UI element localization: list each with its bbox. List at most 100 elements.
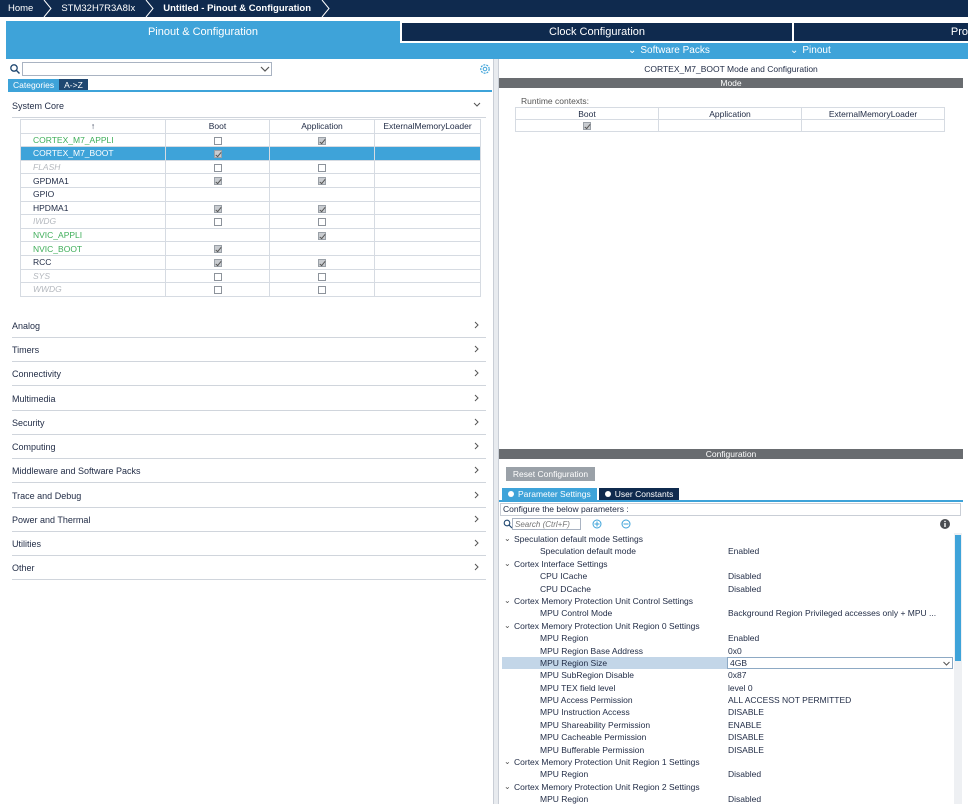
table-row[interactable]: IWDG	[21, 215, 481, 229]
parameter-row[interactable]: MPU RegionDisabled	[502, 768, 952, 780]
application-checkbox[interactable]	[318, 205, 326, 213]
scrollbar-thumb[interactable]	[955, 535, 961, 661]
expand-all-icon[interactable]	[591, 518, 603, 530]
table-row[interactable]: FLASH	[21, 160, 481, 174]
component-name[interactable]: FLASH	[21, 160, 166, 174]
category-timers[interactable]: Timers	[12, 338, 486, 362]
category-system-core[interactable]: System Core	[12, 94, 486, 118]
component-name[interactable]: RCC	[21, 255, 166, 269]
parameter-row[interactable]: CPU ICacheDisabled	[502, 570, 952, 582]
component-name[interactable]: HPDMA1	[21, 201, 166, 215]
chevron-down-icon[interactable]	[942, 659, 951, 668]
column-header-external-memory-loader[interactable]: ExternalMemoryLoader	[375, 120, 481, 134]
boot-checkbox[interactable]	[214, 205, 222, 213]
category-connectivity[interactable]: Connectivity	[12, 362, 486, 386]
application-checkbox[interactable]	[318, 286, 326, 294]
category-multimedia[interactable]: Multimedia	[12, 387, 486, 411]
boot-checkbox[interactable]	[214, 273, 222, 281]
application-checkbox[interactable]	[318, 273, 326, 281]
component-name[interactable]: WWDG	[21, 283, 166, 297]
parameter-group[interactable]: ⌄Cortex Interface Settings	[502, 558, 952, 570]
component-name[interactable]: CORTEX_M7_APPLI	[21, 133, 166, 147]
category-analog[interactable]: Analog	[12, 314, 486, 338]
gear-icon[interactable]	[479, 63, 491, 75]
tab-user-constants[interactable]: User Constants	[599, 488, 680, 500]
boot-checkbox[interactable]	[214, 177, 222, 185]
parameter-row[interactable]: Speculation default modeEnabled	[502, 545, 952, 557]
parameter-row[interactable]: MPU Shareability PermissionENABLE	[502, 719, 952, 731]
parameter-row[interactable]: MPU TEX field levellevel 0	[502, 682, 952, 694]
chevron-down-icon[interactable]: ⌄	[504, 558, 512, 570]
parameter-row[interactable]: MPU Instruction AccessDISABLE	[502, 706, 952, 718]
info-icon[interactable]	[939, 518, 951, 530]
application-checkbox[interactable]	[318, 177, 326, 185]
parameter-row[interactable]: MPU Cacheable PermissionDISABLE	[502, 731, 952, 743]
category-trace-debug[interactable]: Trace and Debug	[12, 484, 486, 508]
table-row[interactable]: RCC	[21, 255, 481, 269]
parameter-value-select[interactable]: 4GB	[727, 657, 953, 669]
table-row[interactable]: HPDMA1	[21, 201, 481, 215]
parameter-group[interactable]: ⌄Cortex Memory Protection Unit Region 0 …	[502, 620, 952, 632]
component-name[interactable]: NVIC_APPLI	[21, 228, 166, 242]
column-header-application[interactable]: Application	[270, 120, 375, 134]
boot-checkbox[interactable]	[214, 150, 222, 158]
parameter-group[interactable]: ⌄Speculation default mode Settings	[502, 533, 952, 545]
component-name[interactable]: NVIC_BOOT	[21, 242, 166, 256]
parameter-row[interactable]: CPU DCacheDisabled	[502, 583, 952, 595]
boot-checkbox[interactable]	[214, 137, 222, 145]
parameter-group[interactable]: ⌄Cortex Memory Protection Unit Region 1 …	[502, 756, 952, 768]
boot-checkbox[interactable]	[214, 218, 222, 226]
boot-checkbox[interactable]	[214, 259, 222, 267]
application-checkbox[interactable]	[318, 164, 326, 172]
table-row[interactable]: GPIO	[21, 187, 481, 201]
component-name[interactable]: SYS	[21, 269, 166, 283]
parameter-row[interactable]: MPU Region Base Address0x0	[502, 645, 952, 657]
breadcrumb-home[interactable]: Home	[0, 0, 43, 17]
parameter-row[interactable]: MPU Bufferable PermissionDISABLE	[502, 744, 952, 756]
chevron-down-icon[interactable]: ⌄	[504, 595, 512, 607]
parameter-search-input[interactable]	[512, 518, 581, 530]
chevron-down-icon[interactable]: ⌄	[504, 781, 512, 793]
pinout-menu[interactable]: ⌄Pinout	[790, 43, 831, 59]
application-checkbox[interactable]	[318, 137, 326, 145]
table-row[interactable]: CORTEX_M7_BOOT	[21, 147, 481, 161]
tab-clock-configuration[interactable]: Clock Configuration	[402, 23, 792, 41]
parameter-row[interactable]: MPU Control ModeBackground Region Privil…	[502, 607, 952, 619]
table-row[interactable]: GPDMA1	[21, 174, 481, 188]
parameter-row[interactable]: MPU Region Size4GB	[502, 657, 952, 669]
boot-checkbox[interactable]	[214, 245, 222, 253]
component-name[interactable]: GPDMA1	[21, 174, 166, 188]
tab-pinout-configuration[interactable]: Pinout & Configuration	[6, 21, 400, 43]
software-packs-menu[interactable]: ⌄Software Packs	[628, 43, 710, 59]
chevron-down-icon[interactable]: ⌄	[504, 756, 512, 768]
parameter-row[interactable]: MPU RegionDisabled	[502, 793, 952, 804]
table-row[interactable]: CORTEX_M7_APPLI	[21, 133, 481, 147]
category-other[interactable]: Other	[12, 556, 486, 580]
component-name[interactable]: GPIO	[21, 187, 166, 201]
parameter-group[interactable]: ⌄Cortex Memory Protection Unit Region 2 …	[502, 781, 952, 793]
parameter-row[interactable]: MPU SubRegion Disable0x87	[502, 669, 952, 681]
application-checkbox[interactable]	[318, 218, 326, 226]
boot-checkbox[interactable]	[214, 164, 222, 172]
category-security[interactable]: Security	[12, 411, 486, 435]
boot-checkbox[interactable]	[214, 286, 222, 294]
component-name[interactable]: CORTEX_M7_BOOT	[21, 147, 166, 161]
column-header-boot[interactable]: Boot	[166, 120, 270, 134]
chevron-down-icon[interactable]: ⌄	[504, 533, 512, 545]
category-search-input[interactable]	[22, 62, 272, 76]
tab-parameter-settings[interactable]: Parameter Settings	[502, 488, 597, 500]
tab-project-manager[interactable]: Pro	[794, 23, 968, 41]
parameter-scrollbar[interactable]	[954, 533, 962, 804]
parameter-row[interactable]: MPU Access PermissionALL ACCESS NOT PERM…	[502, 694, 952, 706]
component-name[interactable]: IWDG	[21, 215, 166, 229]
collapse-all-icon[interactable]	[620, 518, 632, 530]
application-checkbox[interactable]	[318, 232, 326, 240]
category-computing[interactable]: Computing	[12, 435, 486, 459]
table-row[interactable]: NVIC_BOOT	[21, 242, 481, 256]
parameter-row[interactable]: MPU RegionEnabled	[502, 632, 952, 644]
runtime-boot-checkbox[interactable]	[583, 122, 591, 130]
sort-header[interactable]: ↑	[21, 120, 166, 134]
table-row[interactable]: SYS	[21, 269, 481, 283]
chevron-down-icon[interactable]	[259, 63, 271, 75]
category-middleware[interactable]: Middleware and Software Packs	[12, 459, 486, 483]
